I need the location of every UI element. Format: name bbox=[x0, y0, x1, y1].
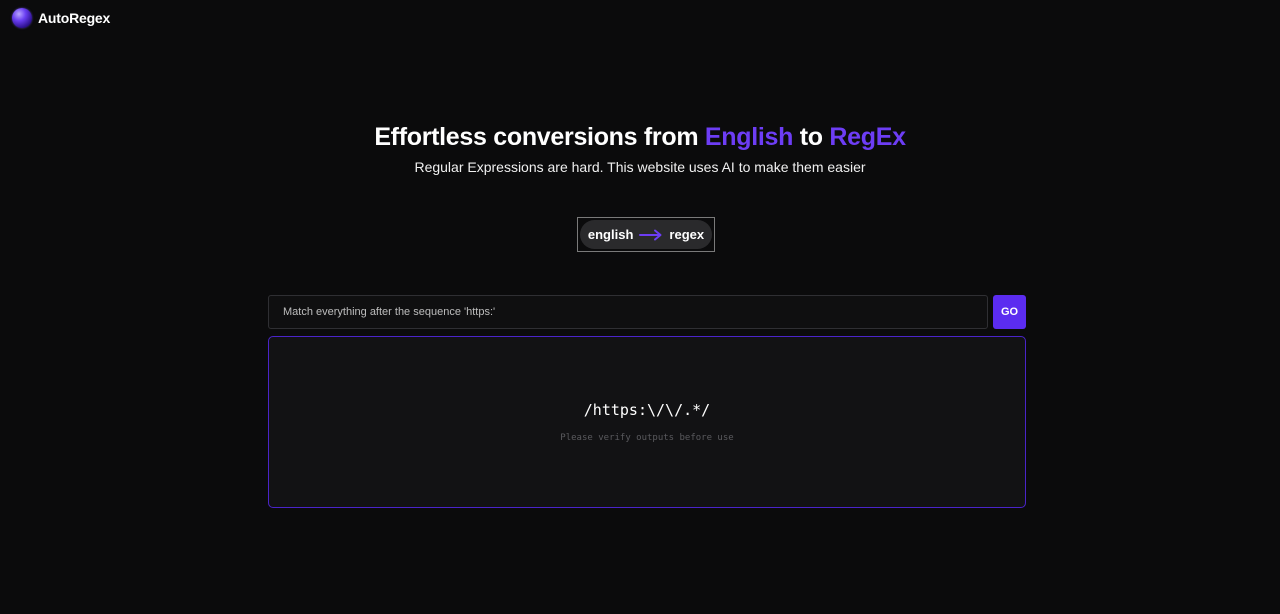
title-middle: to bbox=[793, 123, 830, 151]
english-query-input[interactable] bbox=[268, 295, 988, 329]
mode-toggle-button[interactable]: english regex bbox=[580, 220, 712, 249]
purple-orb-logo-icon bbox=[12, 8, 32, 28]
regex-output-text[interactable]: /https:\/\/.*/ bbox=[269, 401, 1025, 419]
title-english-word: English bbox=[704, 123, 794, 151]
mode-from-label: english bbox=[587, 227, 634, 242]
go-button[interactable]: GO bbox=[993, 295, 1026, 329]
brand-logo-link[interactable]: AutoRegex bbox=[12, 8, 110, 28]
mode-to-label: regex bbox=[669, 227, 705, 242]
app-name: AutoRegex bbox=[38, 10, 111, 26]
verify-note: Please verify outputs before use bbox=[560, 433, 734, 443]
hero-section: Effortless conversions from English to R… bbox=[0, 120, 1280, 175]
title-regex-word: RegEx bbox=[829, 123, 906, 151]
long-right-arrow-icon bbox=[639, 229, 662, 240]
page-subtitle: Regular Expressions are hard. This websi… bbox=[414, 159, 866, 175]
title-prefix: Effortless conversions from bbox=[374, 123, 705, 151]
page-title: Effortless conversions from English to R… bbox=[0, 120, 1280, 154]
regex-output-panel: /https:\/\/.*/ Please verify outputs bef… bbox=[268, 336, 1026, 508]
mode-toggle-frame: english regex bbox=[577, 217, 715, 252]
